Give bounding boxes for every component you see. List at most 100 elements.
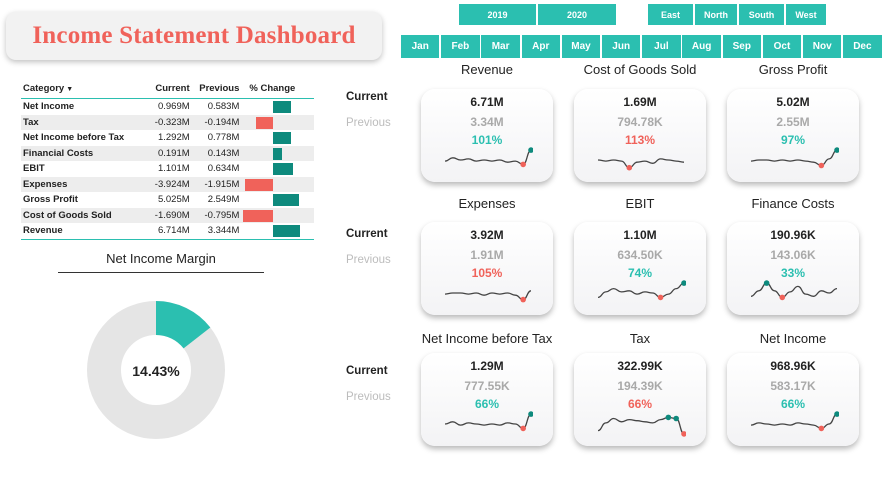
table-cell-category: Tax bbox=[21, 114, 143, 130]
table-cell-previous: 0.583M bbox=[207, 101, 240, 113]
row2-previous-label: Previous bbox=[346, 254, 391, 266]
row3-previous-label: Previous bbox=[346, 391, 391, 403]
column-header-category[interactable]: Category ▼ bbox=[21, 81, 143, 99]
row1-previous-label: Previous bbox=[346, 117, 391, 129]
table-cell-category: Cost of Goods Sold bbox=[21, 207, 143, 223]
month-may-button[interactable]: May bbox=[561, 35, 601, 58]
change-bar bbox=[255, 116, 274, 129]
table-cell-change-bar bbox=[241, 114, 314, 130]
card-sparkline bbox=[444, 290, 532, 303]
card-current-value: 1.69M bbox=[623, 95, 657, 109]
sparkline-line bbox=[444, 149, 532, 166]
month-jun-button[interactable]: Jun bbox=[602, 35, 641, 58]
card-percent-change: 66% bbox=[780, 397, 806, 411]
table-cell-previous: 0.143M bbox=[191, 145, 242, 161]
month-jul-button[interactable]: Jul bbox=[642, 35, 681, 58]
card-previous-value: 1.91M bbox=[470, 248, 504, 262]
sparkline-line bbox=[597, 158, 685, 169]
kpi-card-revenue[interactable]: 6.71M 3.34M 101% bbox=[421, 89, 553, 182]
card-percent-change: 105% bbox=[471, 266, 503, 280]
month-dec-button[interactable]: Dec bbox=[843, 35, 882, 58]
card-percent-change: 66% bbox=[627, 397, 653, 411]
page-title: Income Statement Dashboard bbox=[32, 22, 356, 49]
table-cell-category: EBIT bbox=[23, 163, 45, 175]
region-west-button[interactable]: West bbox=[786, 4, 826, 25]
sparkline-line bbox=[444, 413, 532, 430]
sparkline-high-point bbox=[665, 414, 672, 421]
month-feb-button[interactable]: Feb bbox=[441, 35, 480, 58]
table-row: Financial Costs 0.191M 0.143M bbox=[21, 145, 314, 161]
kpi-card-finance-costs[interactable]: 190.96K 143.06K 33% bbox=[727, 222, 859, 315]
table-cell-category: Financial Costs bbox=[21, 145, 143, 161]
table-row: Tax -0.323M -0.194M bbox=[21, 114, 314, 130]
card-current-value: 322.99K bbox=[617, 359, 663, 373]
table-cell-change-bar bbox=[241, 99, 314, 115]
card-percent-change: 101% bbox=[471, 133, 503, 147]
table-cell-previous: -0.795M bbox=[191, 207, 242, 223]
column-header-previous[interactable]: Previous bbox=[191, 81, 242, 99]
card-current-value: 6.71M bbox=[470, 95, 504, 109]
table-row: Net Income 0.969M 0.583M bbox=[21, 99, 314, 115]
card-current-value: 968.96K bbox=[770, 359, 816, 373]
card-previous-value: 794.78K bbox=[617, 115, 663, 129]
table-cell-category: Expenses bbox=[21, 176, 143, 192]
region-east-button[interactable]: East bbox=[648, 4, 693, 25]
card-sparkline bbox=[444, 411, 533, 432]
sparkline-line bbox=[444, 290, 532, 301]
month-jan-button[interactable]: Jan bbox=[401, 35, 440, 58]
card-sparkline bbox=[444, 147, 533, 168]
region-north-button[interactable]: North bbox=[695, 4, 737, 25]
kpi-card-net-income[interactable]: 968.96K 583.17K 66% bbox=[727, 353, 859, 446]
table-cell-current: -1.690M bbox=[142, 207, 192, 223]
sparkline-line bbox=[750, 282, 838, 299]
table-cell-previous: -0.194M bbox=[191, 114, 242, 130]
month-mar-button[interactable]: Mar bbox=[481, 35, 520, 58]
table-cell-previous: -1.915M bbox=[191, 176, 242, 192]
month-aug-button[interactable]: Aug bbox=[682, 35, 721, 58]
card-sparkline bbox=[750, 411, 839, 432]
card-percent-change: 97% bbox=[780, 133, 806, 147]
card-previous-value: 634.50K bbox=[617, 248, 663, 262]
kpi-card-gross-profit[interactable]: 5.02M 2.55M 97% bbox=[727, 89, 859, 182]
table-cell-previous: 2.549M bbox=[207, 194, 240, 206]
card-sparkline bbox=[597, 414, 686, 437]
sparkline-high-point bbox=[763, 280, 770, 286]
year-2020-button[interactable]: 2020 bbox=[538, 4, 616, 25]
table-cell-category: Revenue bbox=[23, 225, 63, 237]
year-2019-button[interactable]: 2019 bbox=[459, 4, 536, 25]
region-south-button[interactable]: South bbox=[739, 4, 784, 25]
table-cell-current: 6.714M bbox=[157, 225, 190, 237]
table-cell-change-bar bbox=[241, 207, 314, 223]
table-cell-change-bar bbox=[241, 161, 314, 177]
card-sparkline bbox=[750, 147, 839, 169]
kpi-card-net-income-before-tax[interactable]: 1.29M 777.55K 66% bbox=[421, 353, 553, 446]
sparkline-line bbox=[750, 149, 838, 167]
change-bar bbox=[273, 132, 291, 144]
kpi-card-ebit[interactable]: 1.10M 634.50K 74% bbox=[574, 222, 706, 315]
card-current-value: 1.29M bbox=[470, 359, 504, 373]
card-current-value: 190.96K bbox=[770, 228, 816, 242]
card-sparkline bbox=[597, 158, 685, 171]
sparkline-line bbox=[750, 413, 838, 430]
month-nov-button[interactable]: Nov bbox=[803, 35, 842, 58]
card-title-gross-profit: Gross Profit bbox=[758, 62, 828, 77]
card-previous-value: 2.55M bbox=[776, 115, 810, 129]
month-sep-button[interactable]: Sep bbox=[722, 35, 761, 58]
sparkline-low-point bbox=[626, 164, 633, 171]
column-header-current[interactable]: Current bbox=[142, 81, 192, 99]
kpi-card-tax[interactable]: 322.99K 194.39K 66% bbox=[574, 353, 706, 446]
month-oct-button[interactable]: Oct bbox=[762, 35, 802, 58]
sparkline-low-point bbox=[520, 161, 526, 168]
column-header-change[interactable]: % Change bbox=[241, 81, 314, 99]
table-cell-change-bar bbox=[241, 130, 314, 146]
kpi-card-cost-of-goods-sold[interactable]: 1.69M 794.78K 113% bbox=[574, 89, 706, 182]
card-previous-value: 3.34M bbox=[470, 115, 504, 129]
card-title-finance-costs: Finance Costs bbox=[751, 196, 835, 211]
sparkline-low-point bbox=[520, 425, 526, 432]
table-row: Expenses -3.924M -1.915M bbox=[21, 176, 314, 192]
table-row: Cost of Goods Sold -1.690M -0.795M bbox=[21, 207, 314, 223]
table-cell-change-bar bbox=[241, 145, 314, 161]
table-cell-category: Gross Profit bbox=[23, 194, 78, 206]
month-apr-button[interactable]: Apr bbox=[521, 35, 560, 58]
kpi-card-expenses[interactable]: 3.92M 1.91M 105% bbox=[421, 222, 553, 315]
